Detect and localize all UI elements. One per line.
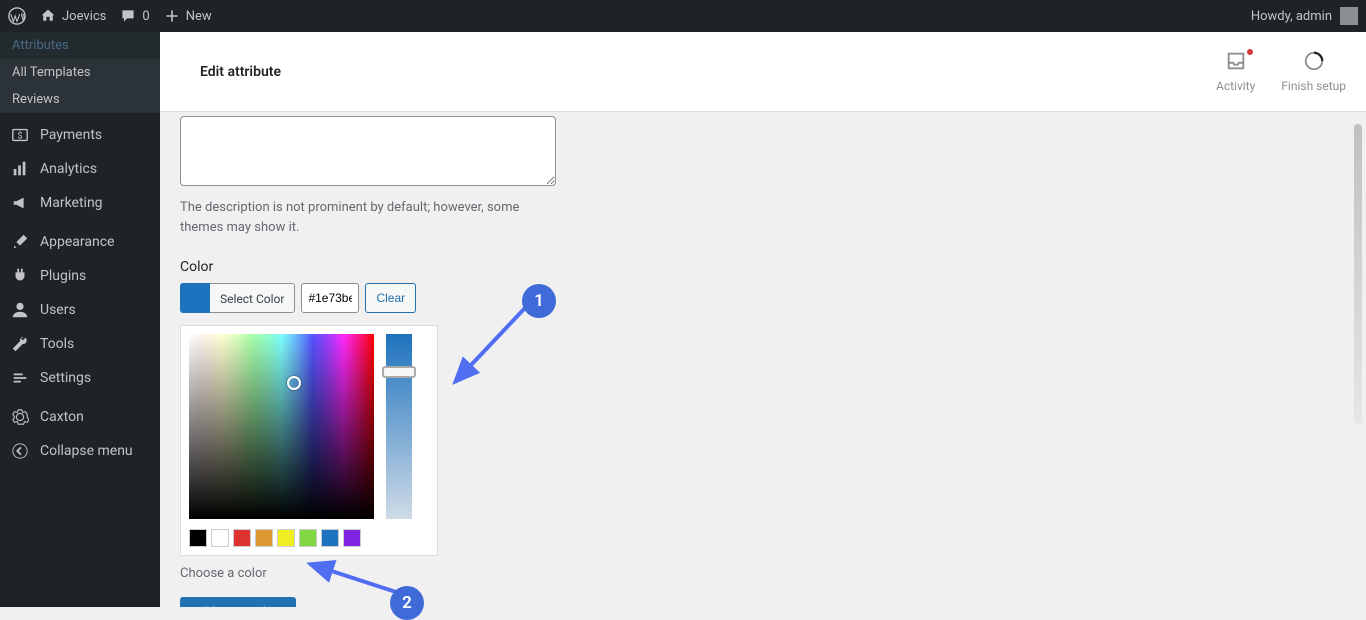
comment-icon	[120, 8, 136, 24]
site-link[interactable]: Joevics	[40, 8, 106, 24]
sidebar-sub-attributes[interactable]: Attributes	[0, 32, 160, 59]
plug-icon	[10, 267, 30, 285]
finish-label: Finish setup	[1281, 79, 1346, 93]
notification-dot	[1247, 49, 1253, 55]
user-icon	[10, 301, 30, 319]
sidebar-sub-templates[interactable]: All Templates	[0, 59, 160, 86]
sidebar-item-label: Marketing	[40, 195, 103, 211]
sidebar-item-tools[interactable]: Tools	[0, 327, 160, 361]
sidebar-item-users[interactable]: Users	[0, 293, 160, 327]
page-title: Edit attribute	[200, 64, 281, 80]
activity-label: Activity	[1216, 79, 1255, 93]
bars-icon	[10, 160, 30, 178]
howdy-text[interactable]: Howdy, admin	[1251, 9, 1332, 24]
sidebar-item-payments[interactable]: $ Payments	[0, 118, 160, 152]
color-hex-input[interactable]	[301, 283, 359, 313]
hue-slider[interactable]	[386, 334, 412, 519]
annotation-badge-1: 1	[522, 284, 556, 318]
saturation-picker[interactable]	[189, 334, 374, 519]
sidebar-sub-reviews[interactable]: Reviews	[0, 86, 160, 113]
progress-icon	[1281, 50, 1346, 77]
preset-orange[interactable]	[255, 529, 273, 547]
chevron-left-icon	[10, 442, 30, 460]
sidebar-item-label: Analytics	[40, 161, 97, 177]
svg-text:$: $	[17, 131, 22, 142]
wp-logo[interactable]	[8, 7, 26, 25]
finish-setup-button[interactable]: Finish setup	[1281, 50, 1346, 93]
gear-icon	[10, 408, 30, 426]
home-icon	[40, 8, 56, 24]
admin-toolbar: Joevics 0 New Howdy, admin	[0, 0, 1366, 32]
sidebar-item-label: Payments	[40, 127, 102, 143]
new-link[interactable]: New	[164, 8, 212, 24]
color-picker	[180, 325, 438, 556]
new-label: New	[186, 9, 212, 24]
color-label: Color	[180, 259, 700, 275]
preset-black[interactable]	[189, 529, 207, 547]
preset-green[interactable]	[299, 529, 317, 547]
clear-color-button[interactable]: Clear	[365, 283, 416, 313]
brush-icon	[10, 233, 30, 251]
preset-white[interactable]	[211, 529, 229, 547]
sidebar-item-settings[interactable]: Settings	[0, 361, 160, 395]
description-textarea[interactable]	[180, 116, 556, 186]
sidebar-item-label: Users	[40, 302, 76, 318]
sidebar-item-marketing[interactable]: Marketing	[0, 186, 160, 220]
page-header: Edit attribute Activity Finish setup	[160, 32, 1366, 112]
preset-red[interactable]	[233, 529, 251, 547]
sidebar-item-label: Settings	[40, 370, 91, 386]
main-content: Edit attribute Activity Finish setup The…	[160, 32, 1366, 607]
inbox-icon	[1216, 50, 1255, 77]
annotation-badge-2: 2	[390, 586, 424, 620]
sidebar-item-label: Collapse menu	[40, 443, 133, 459]
select-color-button[interactable]: Select Color	[180, 283, 295, 313]
sidebar-item-analytics[interactable]: Analytics	[0, 152, 160, 186]
sliders-icon	[10, 369, 30, 387]
avatar[interactable]	[1340, 7, 1358, 25]
admin-sidebar: Attributes All Templates Reviews $ Payme…	[0, 32, 160, 607]
sidebar-item-plugins[interactable]: Plugins	[0, 259, 160, 293]
preset-yellow[interactable]	[277, 529, 295, 547]
dollar-icon: $	[10, 126, 30, 144]
comments-count: 0	[142, 9, 149, 24]
sidebar-item-label: Plugins	[40, 268, 86, 284]
choose-color-label: Choose a color	[180, 566, 700, 581]
description-help: The description is not prominent by defa…	[180, 198, 556, 237]
sidebar-item-label: Caxton	[40, 409, 84, 425]
sidebar-item-caxton[interactable]: Caxton	[0, 400, 160, 434]
site-name: Joevics	[62, 9, 106, 24]
sidebar-item-label: Appearance	[40, 234, 114, 250]
collapse-menu[interactable]: Collapse menu	[0, 434, 160, 468]
activity-button[interactable]: Activity	[1216, 50, 1255, 93]
sidebar-item-appearance[interactable]: Appearance	[0, 225, 160, 259]
color-swatch	[180, 283, 210, 313]
plus-icon	[164, 8, 180, 24]
preset-colors	[189, 529, 429, 547]
add-new-colors-button[interactable]: Add new Colors	[180, 597, 296, 607]
wrench-icon	[10, 335, 30, 353]
preset-blue[interactable]	[321, 529, 339, 547]
select-color-label: Select Color	[210, 283, 295, 313]
preset-purple[interactable]	[343, 529, 361, 547]
saturation-indicator[interactable]	[287, 376, 301, 390]
hue-handle[interactable]	[382, 366, 416, 378]
sidebar-item-label: Tools	[40, 336, 74, 352]
megaphone-icon	[10, 194, 30, 212]
scrollbar[interactable]	[1354, 124, 1362, 424]
comments-link[interactable]: 0	[120, 8, 149, 24]
